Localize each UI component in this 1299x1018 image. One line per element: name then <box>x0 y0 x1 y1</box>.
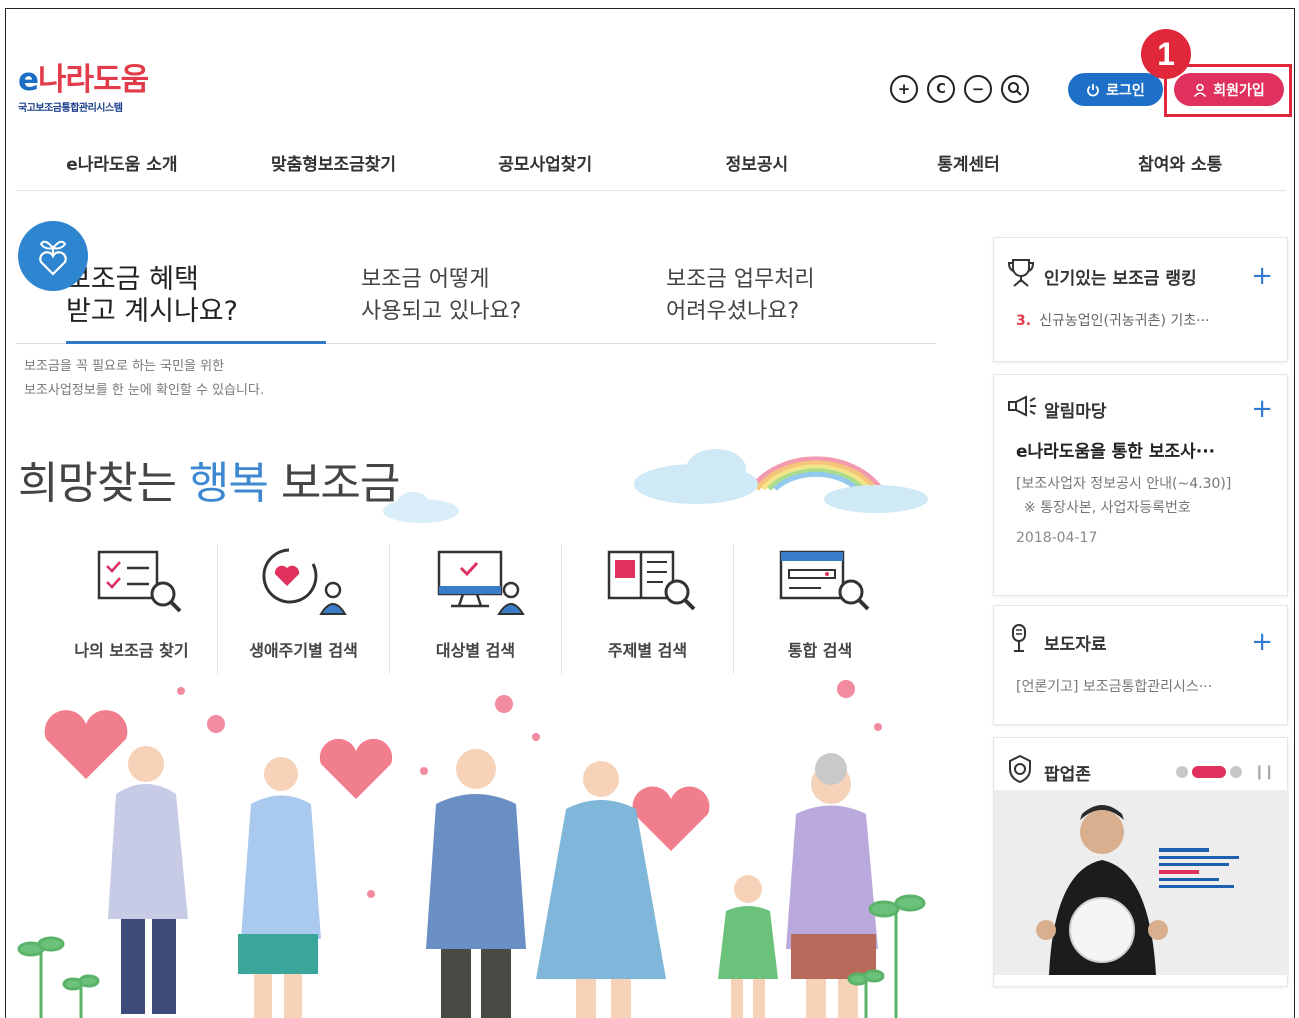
pause-icon[interactable]: ❙❙ <box>1254 764 1276 780</box>
logo-text: e나라도움 <box>18 62 149 98</box>
trophy-icon <box>1007 258 1044 294</box>
description-text: 보조금을 꼭 필요로 하는 국민을 위한 보조사업정보를 한 눈에 확인할 수 … <box>24 355 264 403</box>
press-more-button[interactable]: + <box>1251 629 1273 655</box>
ranking-title: 인기있는 보조금 랭킹 <box>1044 268 1197 289</box>
sprout-heart-icon <box>18 221 88 291</box>
search-lifecycle[interactable]: 생애주기별 검색 <box>218 544 390 674</box>
hero-title: 희망찾는 행복 보조금 <box>18 447 400 511</box>
microphone-icon <box>1008 624 1044 660</box>
hero-title-highlight: 행복 <box>188 458 269 509</box>
utility-icons: + C − <box>890 75 1029 103</box>
zoom-out-icon[interactable]: − <box>964 75 992 103</box>
heart-person-icon <box>262 548 347 615</box>
search-integrated[interactable]: 통합 검색 <box>734 544 906 674</box>
rainbow-clouds-illustration <box>634 449 928 513</box>
small-cloud-illustration <box>383 492 459 523</box>
monitor-person-icon <box>437 550 525 615</box>
search-lifecycle-label: 생애주기별 검색 <box>249 641 358 660</box>
callout-number-badge: 1 <box>1141 29 1191 79</box>
carousel-dot[interactable] <box>1175 766 1188 778</box>
press-title: 보도자료 <box>1044 634 1107 655</box>
nav-item-custom-subsidy[interactable]: 맞춤형보조금찾기 <box>228 139 440 190</box>
checklist-search-icon <box>97 550 181 613</box>
search-target[interactable]: 대상별 검색 <box>390 544 562 674</box>
description-line2: 보조사업정보를 한 눈에 확인할 수 있습니다. <box>24 383 265 398</box>
ranking-item-text: 신규농업인(귀농귀촌) 기초··· <box>1039 313 1210 329</box>
tab-benefit[interactable]: 보조금 혜택 받고 계시나요? <box>66 264 326 344</box>
tab-benefit-line2: 받고 계시나요? <box>66 296 238 327</box>
notice-body: [보조사업자 정보공시 안내(~4.30)] ※ 통장사본, 사업자등록번호 <box>994 462 1287 520</box>
search-my-subsidy[interactable]: 나의 보조금 찾기 <box>46 544 218 674</box>
search-topic-label: 주제별 검색 <box>607 641 688 660</box>
notice-title: 알림마당 <box>1044 401 1107 422</box>
power-icon <box>1087 83 1100 96</box>
site-logo[interactable]: e나라도움 국고보조금통합관리시스템 <box>18 62 149 114</box>
popup-carousel-controls: ❙❙ <box>1175 764 1276 780</box>
spokesperson-photo <box>994 790 1289 975</box>
carousel-dot-active[interactable] <box>1191 766 1226 778</box>
main-navigation: e나라도움 소개 맞춤형보조금찾기 공모사업찾기 정보공시 통계센터 참여와 소… <box>16 139 1286 191</box>
browser-search-icon <box>779 550 870 611</box>
ranking-panel: 인기있는 보조금 랭킹 + 3. 신규농업인(귀농귀촌) 기초··· <box>993 237 1288 362</box>
search-options: 나의 보조금 찾기 생애주기별 검색 대상별 검색 주제별 검색 통합 검색 <box>46 544 906 674</box>
popup-zone-panel: 팝업존 ❙❙ <box>993 737 1289 987</box>
ranking-more-button[interactable]: + <box>1251 263 1273 289</box>
benefit-tabs: 보조금 혜택 받고 계시나요? 보조금 어떻게 사용되고 있나요? 보조금 업무… <box>16 264 936 344</box>
popup-banner-image[interactable] <box>994 790 1289 975</box>
notice-more-button[interactable]: + <box>1251 396 1273 422</box>
shield-icon <box>1008 754 1044 789</box>
logo-subtitle: 국고보조금통합관리시스템 <box>18 103 123 114</box>
family-hearts-illustration <box>17 680 926 1018</box>
tab-work-line1: 보조금 업무처리 <box>666 267 815 292</box>
nav-item-disclosure[interactable]: 정보공시 <box>651 139 863 190</box>
tab-usage-line1: 보조금 어떻게 <box>361 267 490 292</box>
search-my-subsidy-label: 나의 보조금 찾기 <box>74 641 189 660</box>
zoom-in-icon[interactable]: + <box>890 75 918 103</box>
notice-body-line2: ※ 통장사본, 사업자등록번호 <box>1024 500 1191 516</box>
nav-item-contest[interactable]: 공모사업찾기 <box>439 139 651 190</box>
browser-frame: e나라도움 국고보조금통합관리시스템 + C − 로그인 회원가입 1 e나라도… <box>5 8 1295 1018</box>
notice-date: 2018-04-17 <box>1016 530 1098 546</box>
nav-item-intro[interactable]: e나라도움 소개 <box>16 139 228 190</box>
search-topic[interactable]: 주제별 검색 <box>562 544 734 674</box>
book-search-icon <box>607 550 695 611</box>
notice-body-line1: [보조사업자 정보공시 안내(~4.30)] <box>1016 476 1232 492</box>
notice-headline[interactable]: e나라도움을 통한 보조사··· <box>994 429 1287 462</box>
press-item[interactable]: [언론기고] 보조금통합관리시스··· <box>994 670 1287 696</box>
tab-work-line2: 어려우셨나요? <box>666 299 800 324</box>
login-button[interactable]: 로그인 <box>1068 73 1163 106</box>
tab-benefit-line1: 보조금 혜택 <box>66 264 199 295</box>
description-line1: 보조금을 꼭 필요로 하는 국민을 위한 <box>24 359 225 374</box>
login-label: 로그인 <box>1106 82 1145 99</box>
search-integrated-label: 통합 검색 <box>787 641 853 660</box>
popup-zone-title: 팝업존 <box>1044 764 1091 785</box>
search-icon[interactable] <box>1001 75 1029 103</box>
tab-work[interactable]: 보조금 업무처리 어려우셨나요? <box>666 264 815 328</box>
tab-usage[interactable]: 보조금 어떻게 사용되고 있나요? <box>361 264 521 328</box>
tab-usage-line2: 사용되고 있나요? <box>361 299 522 324</box>
hero-title-part1: 희망찾는 <box>18 458 177 509</box>
press-panel: 보도자료 + [언론기고] 보조금통합관리시스··· <box>993 605 1288 725</box>
nav-item-statistics[interactable]: 통계센터 <box>863 139 1075 190</box>
reset-icon[interactable]: C <box>927 75 955 103</box>
carousel-dot[interactable] <box>1229 766 1242 778</box>
notice-panel: 알림마당 + e나라도움을 통한 보조사··· [보조사업자 정보공시 안내(~… <box>993 374 1288 596</box>
megaphone-icon <box>1008 395 1044 423</box>
ranking-item[interactable]: 3. 신규농업인(귀농귀촌) 기초··· <box>994 310 1287 330</box>
search-target-label: 대상별 검색 <box>435 641 516 660</box>
nav-item-participation[interactable]: 참여와 소통 <box>1074 139 1286 190</box>
ranking-item-number: 3. <box>1016 313 1032 329</box>
